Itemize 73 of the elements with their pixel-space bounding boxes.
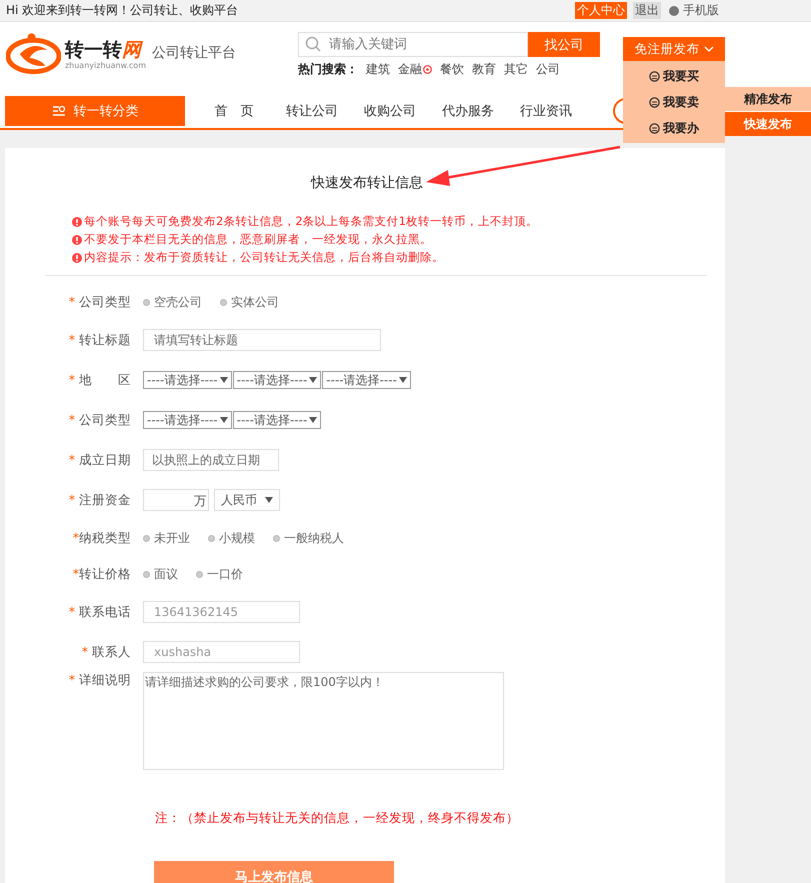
welcome-text: Hi 欢迎来到转一转网！公司转让、收购平台 xyxy=(6,2,240,19)
form-title: 快速发布转让信息 xyxy=(310,174,424,192)
hot-search-label: 热门搜索： xyxy=(298,61,358,78)
field-label: * 联系电话 xyxy=(68,604,132,620)
radio-option[interactable]: 实体公司 xyxy=(220,294,279,310)
radio-option[interactable]: 一般纳税人 xyxy=(273,530,344,546)
search-field[interactable]: 请输入关键词 xyxy=(298,32,528,57)
top-link[interactable]: 退出 xyxy=(633,2,661,19)
textarea-field[interactable]: 请详细描述求购的公司要求，限100字以内！ xyxy=(143,672,504,770)
mobile-link[interactable]: 手机版 xyxy=(667,2,721,19)
notice-text: 不要发于本栏目无关的信息，恶意刷屏者，一经发现，永久拉黑。 xyxy=(84,232,432,247)
field-label: * 成立日期 xyxy=(68,452,132,468)
nav-link[interactable]: 首 页 xyxy=(195,102,273,120)
hot-search-link[interactable]: 餐饮 xyxy=(440,61,464,78)
alert-icon xyxy=(72,234,82,244)
radio-option[interactable]: 空壳公司 xyxy=(143,294,202,310)
caret-icon xyxy=(398,377,407,383)
hot-search-link[interactable]: 金融 xyxy=(398,61,432,78)
logo-name: 转一转网 xyxy=(64,38,144,60)
menu-item[interactable]: 我要买 xyxy=(623,63,725,89)
caret-icon xyxy=(309,417,318,423)
field-label: * 详细说明 xyxy=(68,672,132,689)
select-dropdown[interactable]: ----请选择---- xyxy=(232,371,322,389)
select-dropdown[interactable]: ----请选择---- xyxy=(322,371,411,389)
nav-link[interactable]: 转让公司 xyxy=(273,102,351,120)
select-dropdown[interactable]: ----请选择---- xyxy=(143,371,232,389)
caret-icon xyxy=(220,377,228,383)
hot-search-link[interactable]: 建筑 xyxy=(366,61,390,78)
caret-icon xyxy=(220,417,228,423)
warning-note: 注：（禁止发布与转让无关的信息，一经发现，终身不得发布） xyxy=(155,810,520,827)
logo-icon xyxy=(6,32,61,76)
menu-item[interactable]: 我要卖 xyxy=(623,89,725,115)
hot-search-link[interactable]: 其它 xyxy=(504,61,528,78)
search-icon xyxy=(305,36,321,52)
menu-item-icon xyxy=(649,122,660,134)
slogan: 公司转让平台 xyxy=(152,44,237,62)
caret-icon xyxy=(265,497,273,503)
menu-item-icon xyxy=(649,70,660,82)
input-field[interactable]: 请填写转让标题 xyxy=(143,329,381,351)
submenu-item[interactable]: 精准发布 xyxy=(725,87,811,111)
notice-text: 每个账号每天可免费发布2条转让信息，2条以上每条需支付1枚转一转币，上不封顶。 xyxy=(84,214,538,229)
field-label: *转让价格 xyxy=(72,566,132,582)
field-label: * 注册资金 xyxy=(68,492,132,508)
hot-search-link[interactable]: 公司 xyxy=(536,61,560,78)
chevron-icon xyxy=(704,46,714,52)
alert-icon xyxy=(72,216,82,226)
select-dropdown[interactable]: ----请选择---- xyxy=(232,411,322,429)
radio-option[interactable]: 未开业 xyxy=(143,530,190,546)
select-dropdown[interactable]: ----请选择---- xyxy=(143,411,232,429)
input-field[interactable]: 万 xyxy=(143,489,209,511)
unit-label: 万 xyxy=(194,493,207,510)
field-label: * 公司类型 xyxy=(68,294,132,310)
field-label: * 联系人 xyxy=(80,644,132,660)
radio-option[interactable]: 面议 xyxy=(143,566,178,582)
logo-domain: zhuanyizhuanw.com xyxy=(64,60,146,70)
notice-text: 内容提示：发布于资质转让，公司转让无关信息，后台将自动删除。 xyxy=(84,250,444,265)
currency-select[interactable]: 人民币 xyxy=(214,489,280,511)
field-label: * 地 区 xyxy=(68,372,132,388)
nav-link[interactable]: 代办服务 xyxy=(429,102,507,120)
radio-option[interactable]: 一口价 xyxy=(196,566,243,582)
nav-link[interactable]: 收购公司 xyxy=(351,102,429,120)
caret-icon xyxy=(309,377,318,383)
alert-icon xyxy=(72,252,82,262)
list-search-icon xyxy=(52,105,66,117)
menu-item-icon xyxy=(649,96,660,108)
field-label: * 转让标题 xyxy=(68,332,132,348)
nav-link[interactable]: 行业资讯 xyxy=(507,102,585,120)
date-field[interactable]: 以执照上的成立日期 xyxy=(143,449,279,471)
radio-option[interactable]: 小规模 xyxy=(208,530,255,546)
menu-item[interactable]: 我要办 xyxy=(623,115,725,141)
field-label: *纳税类型 xyxy=(72,530,132,546)
hot-search-link[interactable]: 教育 xyxy=(472,61,496,78)
field-label: * 公司类型 xyxy=(68,412,132,428)
